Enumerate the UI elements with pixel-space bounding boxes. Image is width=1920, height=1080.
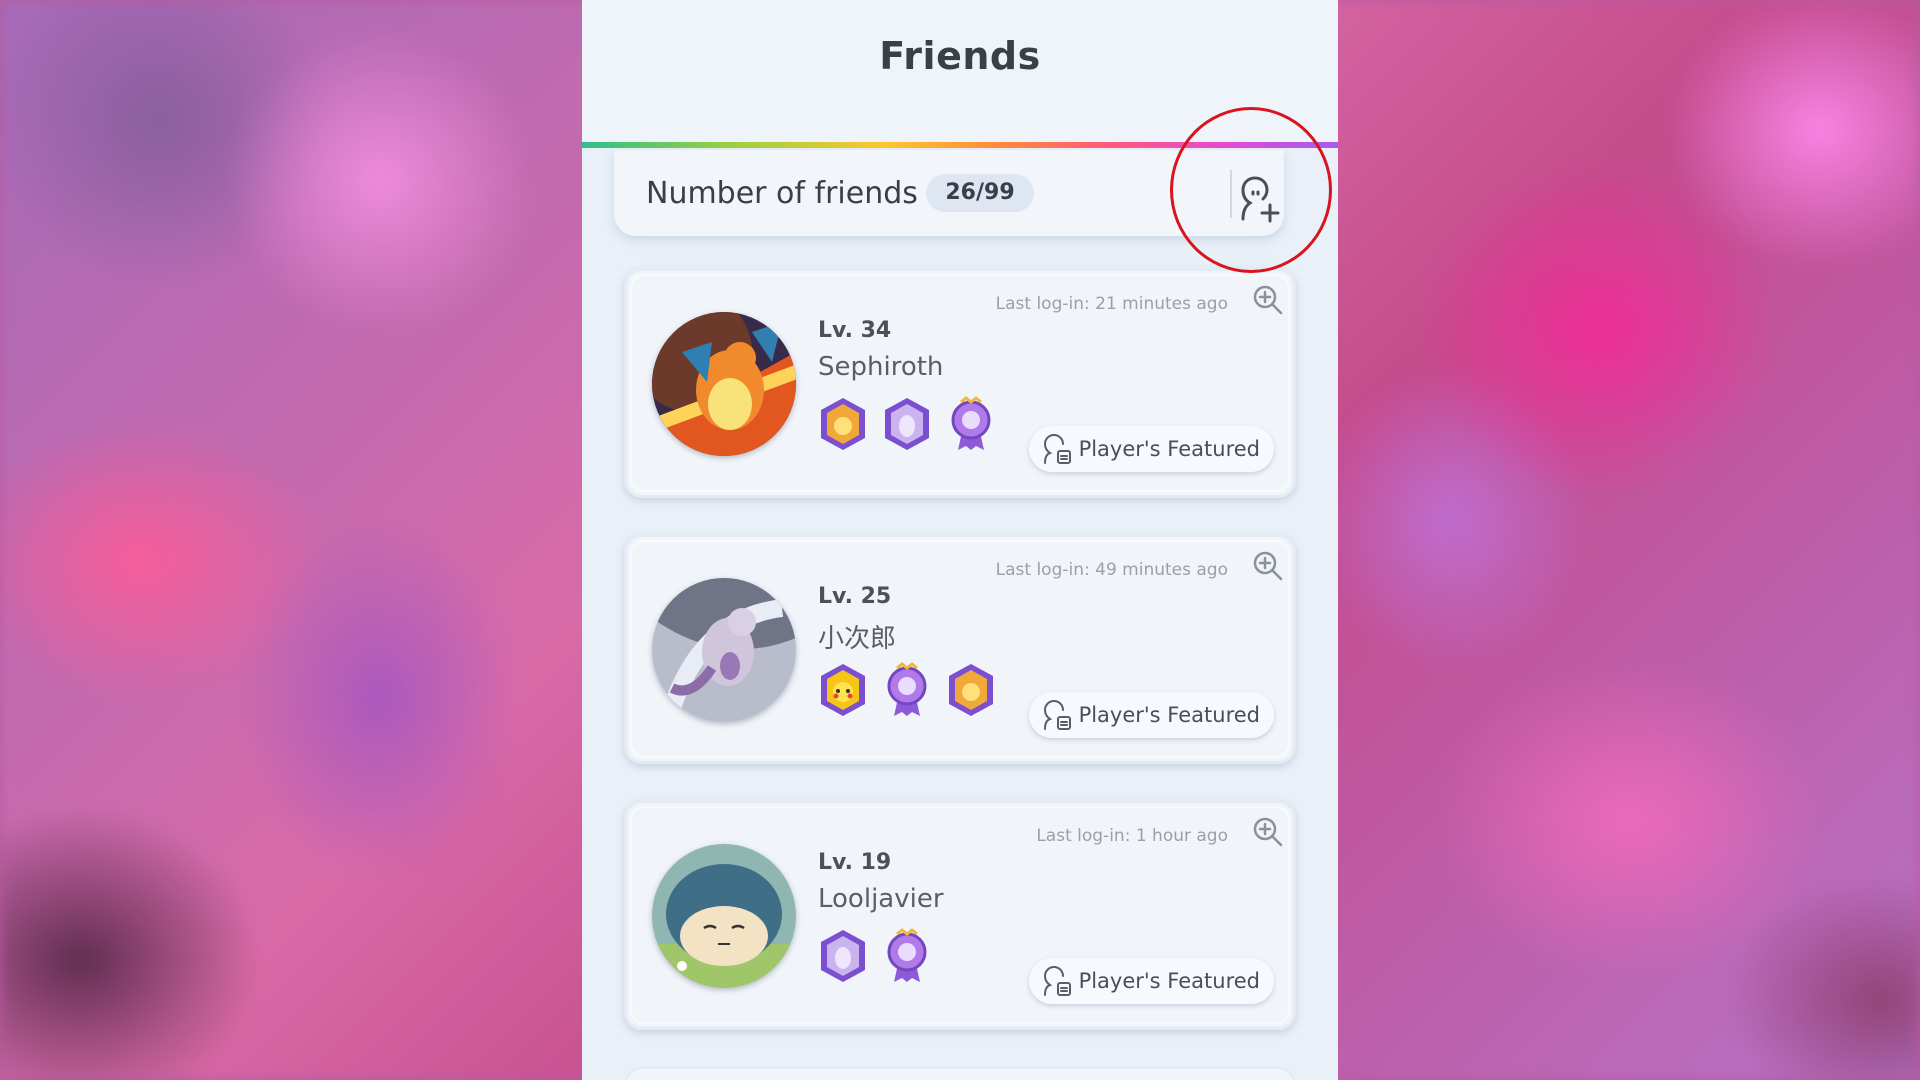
friend-level: Lv. 25: [818, 584, 892, 609]
ribbon-medal-badge: [887, 928, 927, 982]
gold-hex-badge: [949, 664, 993, 716]
friend-count-label: Number of friends: [646, 176, 918, 211]
charizard-avatar: [652, 312, 796, 456]
players-featured-label: Player's Featured: [1078, 703, 1260, 727]
person-card-icon: [1043, 965, 1071, 996]
last-login-time: Last log-in: 49 minutes ago: [995, 560, 1228, 580]
last-login-time: Last log-in: 1 hour ago: [1036, 826, 1228, 846]
page-title: Friends: [879, 33, 1041, 78]
friend-card[interactable]: Lv. 25 小次郎 Last log-in: 49 minutes ago P…: [624, 534, 1296, 764]
view-profile-button[interactable]: [1246, 544, 1290, 588]
friend-card[interactable]: Lv. 19 Looljavier Last log-in: 1 hour ag…: [624, 800, 1296, 1030]
mewtwo-avatar: [652, 578, 796, 722]
ribbon-medal-badge: [951, 396, 991, 450]
players-featured-label: Player's Featured: [1078, 969, 1260, 993]
zoom-in-icon: [1253, 551, 1283, 581]
friend-name: Looljavier: [818, 884, 944, 914]
friend-count-badge: 26/99: [926, 174, 1034, 212]
gold-hex-badge: [821, 398, 865, 450]
zoom-in-icon: [1253, 285, 1283, 315]
last-login-time: Last log-in: 21 minutes ago: [995, 294, 1228, 314]
players-featured-button[interactable]: Player's Featured: [1028, 958, 1274, 1004]
ribbon-medal-badge: [887, 662, 927, 716]
friend-card[interactable]: Lv. 34 Sephiroth Last log-in: 21 minutes…: [624, 268, 1296, 498]
friend-name: Sephiroth: [818, 352, 944, 382]
friend-card-partial[interactable]: [624, 1066, 1296, 1080]
zoom-in-icon: [1253, 817, 1283, 847]
players-featured-label: Player's Featured: [1078, 437, 1260, 461]
friend-level: Lv. 19: [818, 850, 892, 875]
badge-list: [818, 396, 996, 452]
view-profile-button[interactable]: [1246, 810, 1290, 854]
friend-name: 小次郎: [818, 624, 897, 654]
view-profile-button[interactable]: [1246, 278, 1290, 322]
friend-level: Lv. 34: [818, 318, 892, 343]
person-card-icon: [1043, 433, 1071, 464]
players-featured-button[interactable]: Player's Featured: [1028, 426, 1274, 472]
pikachu-hex-badge: [821, 664, 865, 716]
badge-list: [818, 928, 932, 984]
badge-list: [818, 662, 996, 718]
person-card-icon: [1043, 699, 1071, 730]
players-featured-button[interactable]: Player's Featured: [1028, 692, 1274, 738]
purple-hex-badge: [885, 398, 929, 450]
purple-hex-badge: [821, 930, 865, 982]
snorlax-avatar: [652, 844, 796, 988]
highlight-circle: [1170, 107, 1332, 273]
